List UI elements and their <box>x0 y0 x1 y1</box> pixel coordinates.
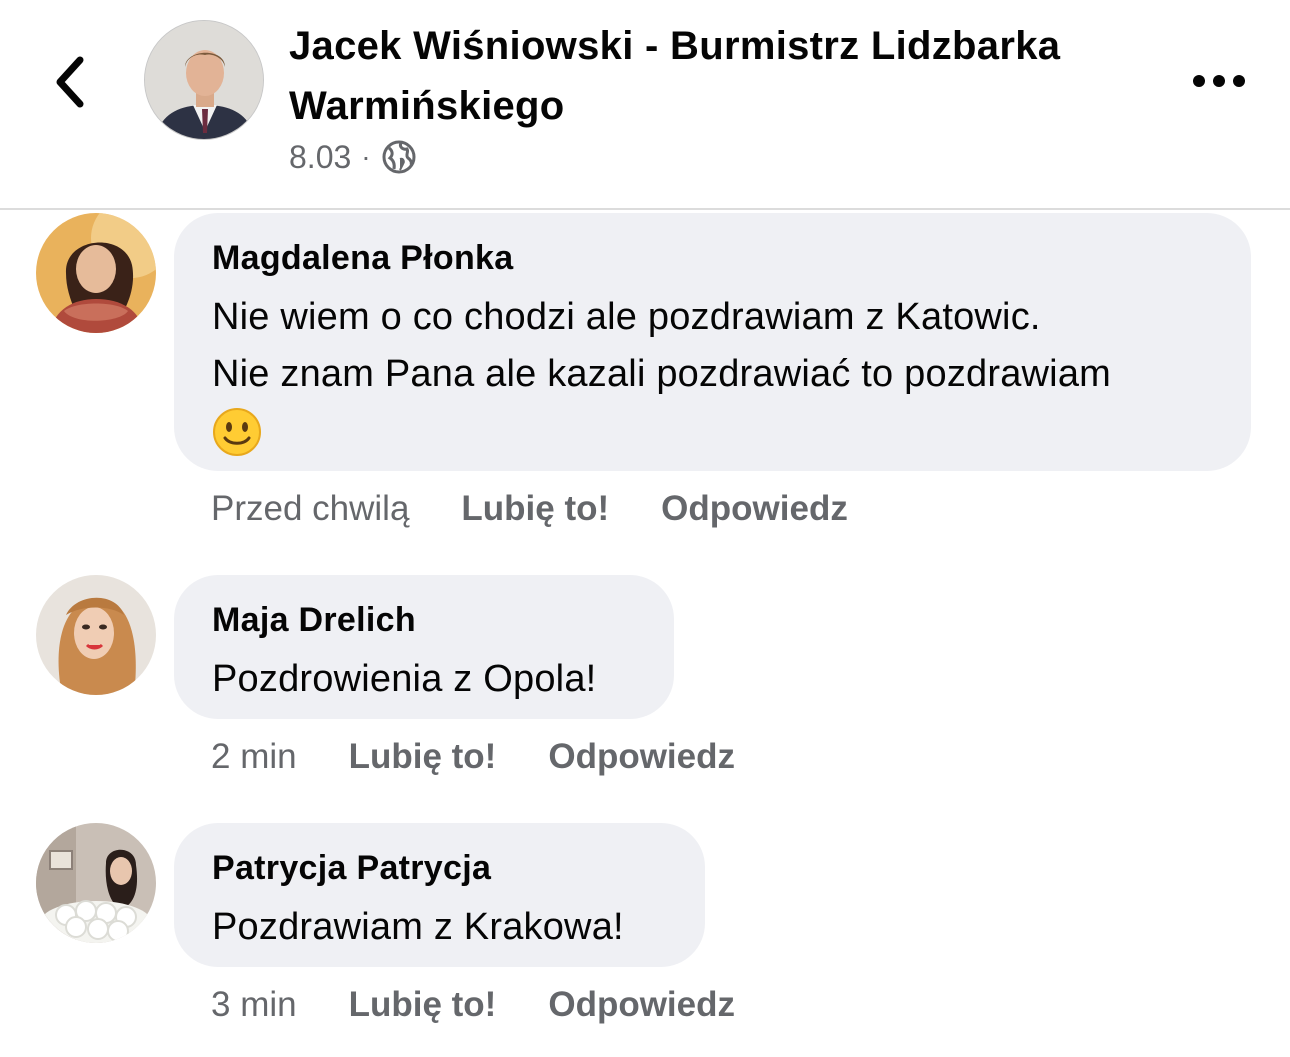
more-horizontal-icon <box>1193 75 1245 87</box>
comment-bubble[interactable]: Maja Drelich Pozdrowienia z Opola! <box>174 575 674 719</box>
comment-actions: 2 min Lubię to! Odpowiedz <box>211 734 735 780</box>
comment-time[interactable]: 3 min <box>211 985 297 1025</box>
page-avatar[interactable] <box>144 20 264 140</box>
comment-actions: Przed chwilą Lubię to! Odpowiedz <box>211 486 848 532</box>
commenter-avatar[interactable] <box>36 575 156 695</box>
comment-text-line: Nie znam Pana ale kazali pozdrawiać to p… <box>212 353 1112 395</box>
reply-button[interactable]: Odpowiedz <box>548 985 735 1025</box>
comment-time[interactable]: Przed chwilą <box>211 489 409 529</box>
comment-text: Pozdrowienia z Opola! <box>212 658 597 700</box>
comment-text: Pozdrawiam z Krakowa! <box>212 906 624 948</box>
commenter-avatar[interactable] <box>36 213 156 333</box>
post-date[interactable]: 8.03 <box>289 139 351 176</box>
globe-icon <box>382 140 416 174</box>
comment-bubble[interactable]: Patrycja Patrycja Pozdrawiam z Krakowa! <box>174 823 705 967</box>
more-options-button[interactable] <box>1190 62 1248 100</box>
comment-actions: 3 min Lubię to! Odpowiedz <box>211 982 735 1028</box>
comment-author[interactable]: Maja Drelich <box>212 597 636 643</box>
reply-button[interactable]: Odpowiedz <box>548 737 735 777</box>
chevron-left-icon <box>56 56 84 108</box>
comment-author[interactable]: Magdalena Płonka <box>212 235 1213 281</box>
comment-text-line: Nie wiem o co chodzi ale pozdrawiam z Ka… <box>212 296 1041 338</box>
like-button[interactable]: Lubię to! <box>461 489 609 529</box>
slightly-smiling-face-icon <box>213 408 261 456</box>
meta-separator: · <box>361 141 371 172</box>
reply-button[interactable]: Odpowiedz <box>661 489 848 529</box>
post-header: Jacek Wiśniowski - Burmistrz Lidzbarka W… <box>0 0 1290 210</box>
page-name[interactable]: Jacek Wiśniowski - Burmistrz Lidzbarka W… <box>289 16 1149 136</box>
post-meta: 8.03 · <box>289 136 417 178</box>
comments-screen: Jacek Wiśniowski - Burmistrz Lidzbarka W… <box>0 0 1290 1057</box>
comment-bubble[interactable]: Magdalena Płonka Nie wiem o co chodzi al… <box>174 213 1251 471</box>
back-button[interactable] <box>40 50 100 114</box>
commenter-avatar[interactable] <box>36 823 156 943</box>
comment-author[interactable]: Patrycja Patrycja <box>212 845 667 891</box>
like-button[interactable]: Lubię to! <box>349 737 497 777</box>
like-button[interactable]: Lubię to! <box>349 985 497 1025</box>
comment-time[interactable]: 2 min <box>211 737 297 777</box>
